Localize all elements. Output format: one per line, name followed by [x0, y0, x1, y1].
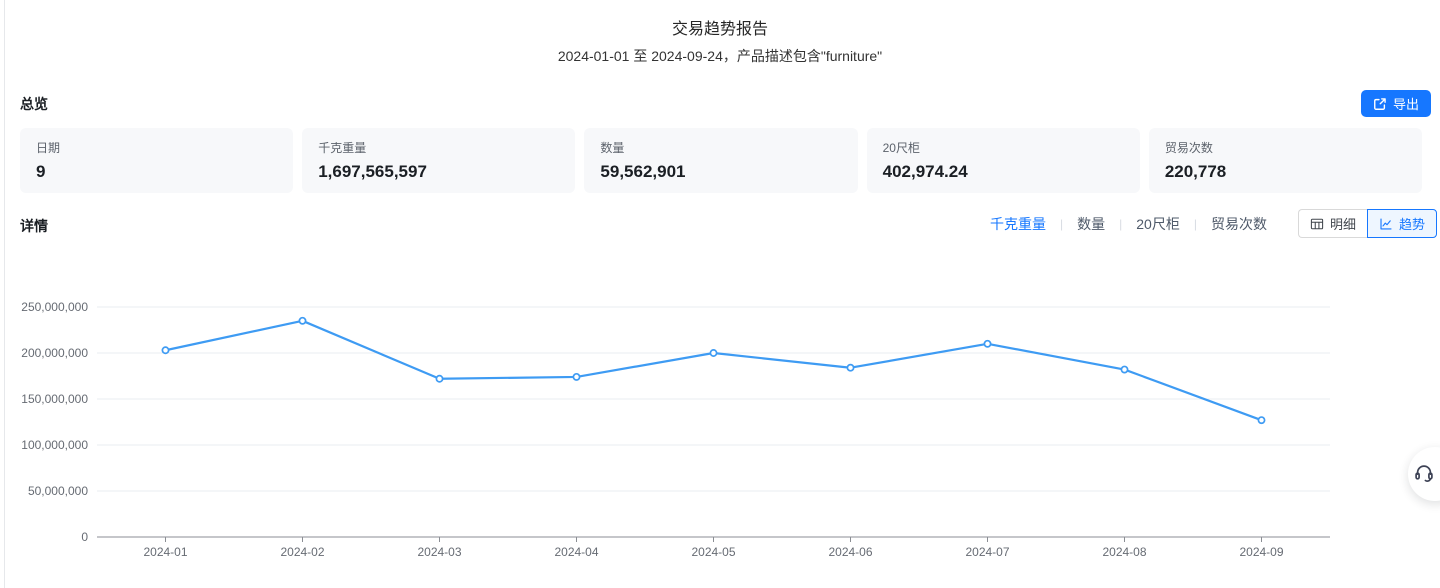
stat-value: 9: [36, 162, 277, 182]
x-axis-tick-label: 2024-01: [143, 545, 187, 559]
data-point[interactable]: [436, 376, 442, 382]
x-axis-tick-label: 2024-03: [417, 545, 461, 559]
tab-quantity[interactable]: 数量: [1077, 214, 1105, 234]
y-axis-tick-label: 150,000,000: [21, 392, 88, 406]
data-point[interactable]: [1258, 417, 1264, 423]
tab-separator: |: [1060, 217, 1063, 231]
stat-label: 千克重量: [318, 139, 559, 156]
trend-view-label: 趋势: [1399, 214, 1425, 233]
stat-value: 1,697,565,597: [318, 162, 559, 182]
y-axis-tick-label: 50,000,000: [28, 484, 88, 498]
details-section-title: 详情: [20, 216, 48, 236]
data-point[interactable]: [162, 347, 168, 353]
tab-trade-count[interactable]: 贸易次数: [1211, 214, 1267, 234]
headset-icon: [1412, 460, 1440, 489]
x-axis-tick-label: 2024-02: [280, 545, 324, 559]
tab-kg-weight[interactable]: 千克重量: [990, 214, 1046, 234]
chart-canvas: 0 50,000,000 100,000,000 150,000,000 200,000…: [0, 280, 1360, 572]
stat-value: 220,778: [1165, 162, 1406, 182]
view-toggle: 明细 趋势: [1298, 209, 1437, 238]
x-axis-tick-label: 2024-06: [828, 545, 872, 559]
export-button-label: 导出: [1393, 94, 1419, 113]
detail-view-button[interactable]: 明细: [1298, 209, 1367, 238]
support-floating-button[interactable]: [1408, 447, 1440, 501]
trend-line: [166, 321, 1262, 420]
page-subtitle: 2024-01-01 至 2024-09-24，产品描述包含"furniture…: [0, 46, 1440, 66]
x-axis-tick-label: 2024-05: [691, 545, 735, 559]
data-point[interactable]: [299, 318, 305, 324]
stat-card-kg-weight: 千克重量 1,697,565,597: [302, 128, 575, 193]
stat-value: 59,562,901: [600, 162, 841, 182]
page-title: 交易趋势报告: [0, 15, 1440, 39]
line-chart-icon: [1379, 217, 1393, 231]
x-axis-tick-label: 2024-09: [1239, 545, 1283, 559]
stat-label: 数量: [600, 139, 841, 156]
x-axis-tick-label: 2024-04: [554, 545, 598, 559]
stat-value: 402,974.24: [883, 162, 1124, 182]
details-controls: 千克重量 | 数量 | 20尺柜 | 贸易次数 明细: [990, 209, 1437, 238]
stat-card-20ft-container: 20尺柜 402,974.24: [867, 128, 1140, 193]
export-icon: [1373, 97, 1387, 111]
stat-card-quantity: 数量 59,562,901: [584, 128, 857, 193]
stat-card-trade-count: 贸易次数 220,778: [1149, 128, 1422, 193]
detail-view-label: 明细: [1330, 214, 1356, 233]
stat-label: 20尺柜: [883, 139, 1124, 156]
data-point[interactable]: [984, 341, 990, 347]
data-point[interactable]: [710, 350, 716, 356]
tab-separator: |: [1119, 217, 1122, 231]
data-point[interactable]: [847, 365, 853, 371]
export-button[interactable]: 导出: [1361, 90, 1431, 117]
overview-section-title: 总览: [20, 94, 48, 114]
y-axis-tick-label: 0: [81, 530, 88, 544]
stat-label: 日期: [36, 139, 277, 156]
tab-20ft-container[interactable]: 20尺柜: [1136, 214, 1180, 234]
data-point[interactable]: [573, 374, 579, 380]
y-axis-tick-label: 250,000,000: [21, 300, 88, 314]
table-icon: [1310, 217, 1324, 231]
x-axis-tick-label: 2024-07: [965, 545, 1009, 559]
tab-separator: |: [1194, 217, 1197, 231]
y-axis-tick-label: 100,000,000: [21, 438, 88, 452]
trend-line-chart[interactable]: 0 50,000,000 100,000,000 150,000,000 200,000…: [0, 280, 1360, 572]
stat-label: 贸易次数: [1165, 139, 1406, 156]
data-point[interactable]: [1121, 366, 1127, 372]
x-axis-tick-label: 2024-08: [1102, 545, 1146, 559]
trend-view-button[interactable]: 趋势: [1367, 209, 1437, 238]
metric-tabs: 千克重量 | 数量 | 20尺柜 | 贸易次数: [990, 214, 1267, 234]
overview-cards: 日期 9 千克重量 1,697,565,597 数量 59,562,901 20…: [20, 128, 1422, 193]
stat-card-date: 日期 9: [20, 128, 293, 193]
y-axis-tick-label: 200,000,000: [21, 346, 88, 360]
